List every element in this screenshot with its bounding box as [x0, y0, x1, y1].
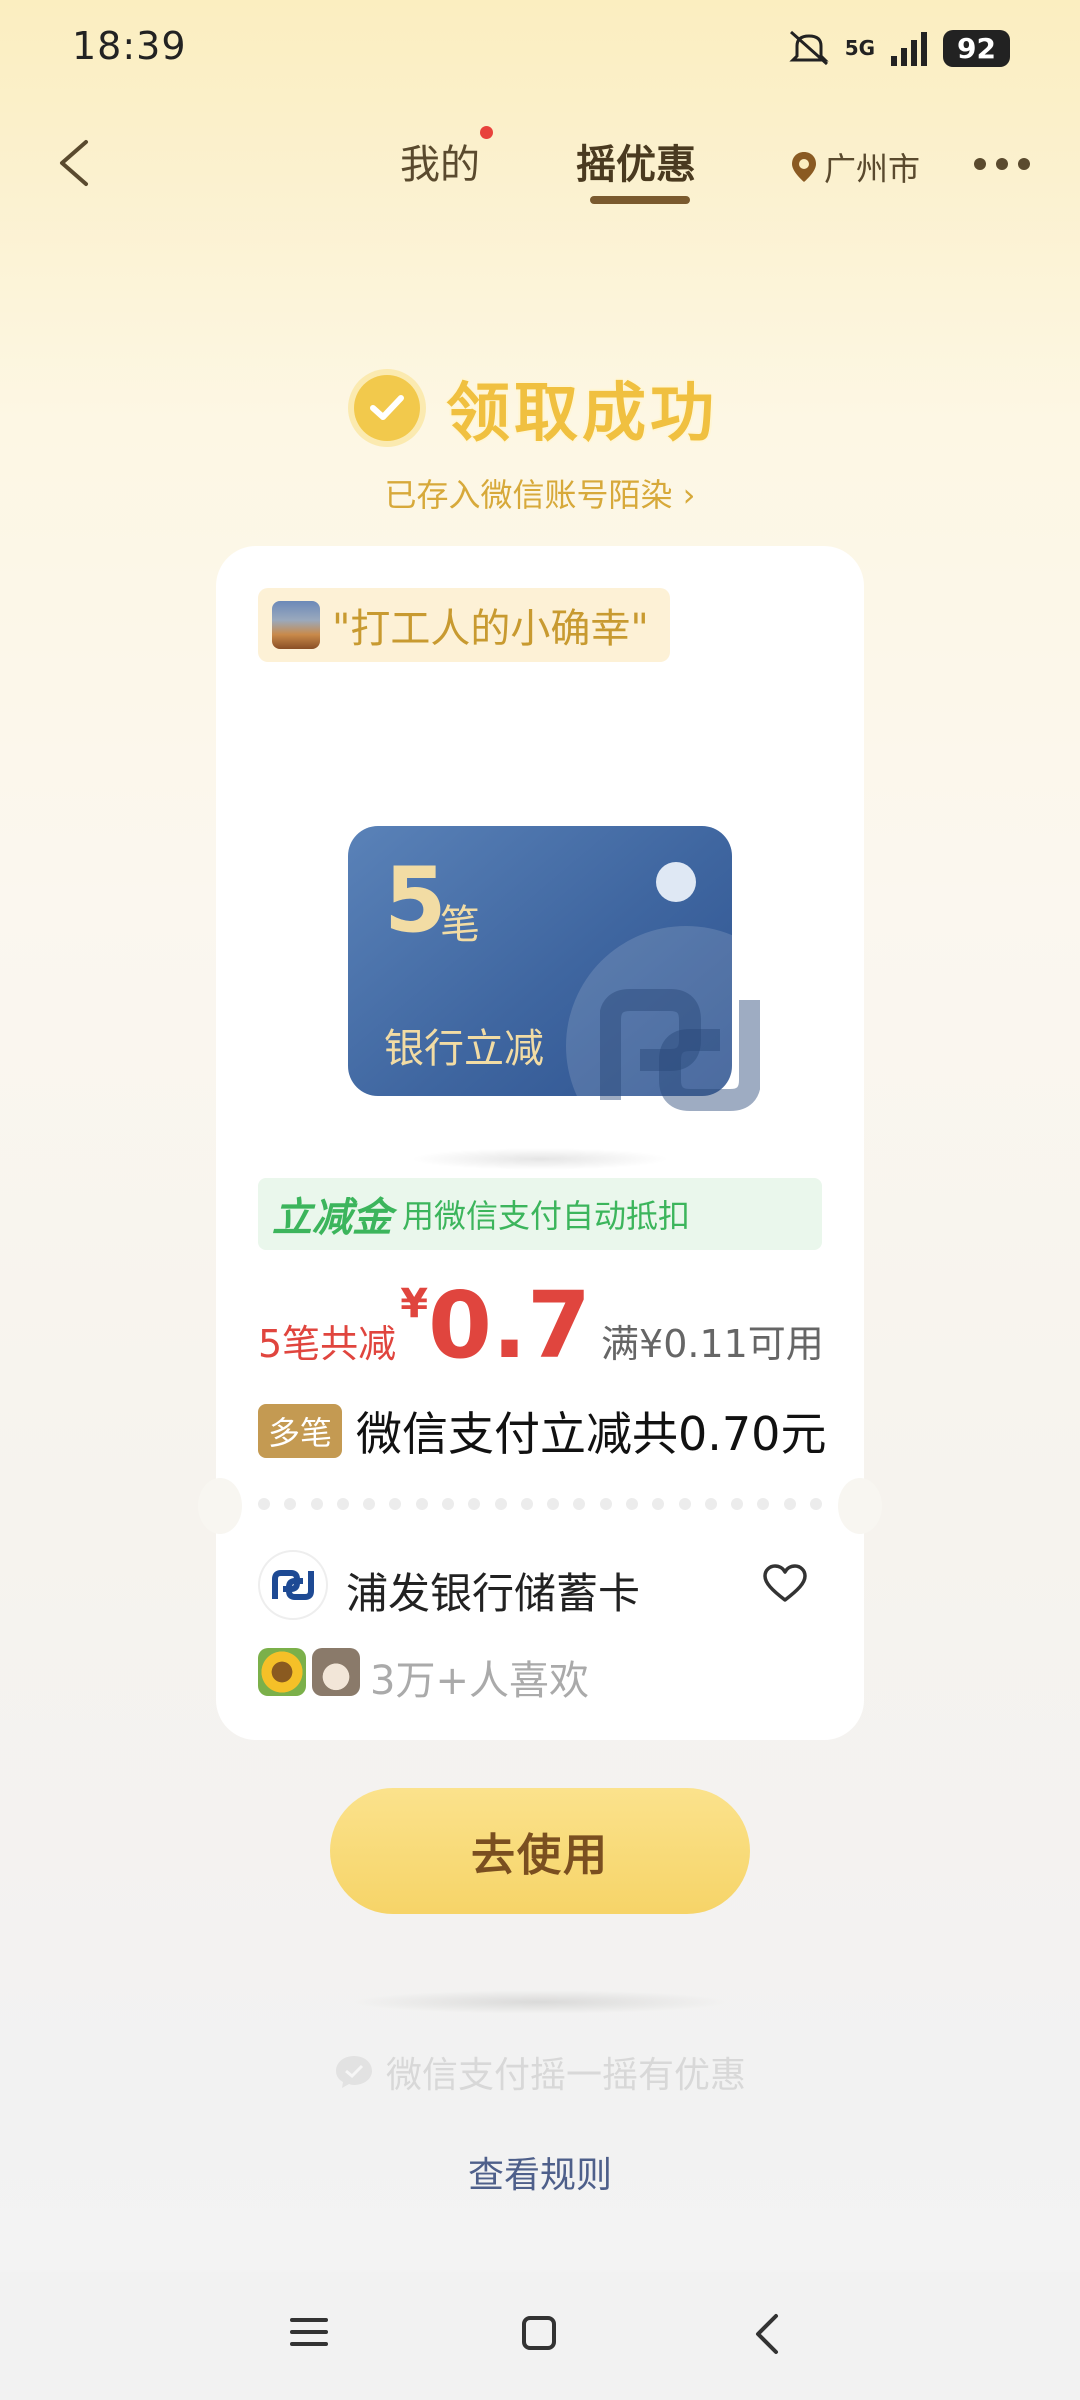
- back-arrow-icon[interactable]: [54, 138, 94, 188]
- mute-icon: [789, 30, 829, 66]
- recent-apps-icon[interactable]: [290, 2318, 328, 2354]
- amount-row: 5笔共减 ¥ 0.7 满¥0.11可用: [258, 1272, 824, 1379]
- view-rules-link[interactable]: 查看规则: [0, 2146, 1080, 2198]
- location-selector[interactable]: 广州市: [790, 144, 920, 190]
- dotted-divider: [258, 1498, 822, 1510]
- tag-text: "打工人的小确幸": [332, 606, 649, 652]
- card-notch-left: [198, 1478, 242, 1534]
- multi-discount-text: 微信支付立减共0.70元: [356, 1407, 827, 1461]
- tag-thumbnail: [272, 601, 320, 649]
- status-time: 18:39: [72, 24, 187, 68]
- battery-indicator: 92: [943, 29, 1010, 67]
- status-icons: 5G 92: [787, 28, 1010, 68]
- multi-badge: 多笔: [258, 1404, 343, 1458]
- voucher-shadow: [410, 1148, 670, 1170]
- coupon-tag: "打工人的小确幸": [258, 588, 670, 662]
- network-type: 5G: [844, 36, 876, 60]
- more-options-icon[interactable]: [974, 158, 1030, 170]
- currency-symbol: ¥: [400, 1281, 429, 1327]
- check-circle-icon: [354, 375, 420, 441]
- amount-value: 0.7: [428, 1272, 592, 1379]
- tab-shake-discount[interactable]: 摇优惠: [576, 132, 696, 190]
- voucher-count: 5: [384, 848, 447, 953]
- bank-logo-icon: [260, 1552, 326, 1618]
- saved-to-account-link[interactable]: 已存入微信账号陌染 ›: [0, 470, 1080, 516]
- benefit-bar: 立减金 用微信支付自动抵扣: [258, 1178, 822, 1250]
- location-pin-icon: [792, 152, 816, 182]
- amount-label: 5笔共减: [258, 1322, 397, 1366]
- active-tab-indicator: [590, 196, 690, 204]
- tab-mine[interactable]: 我的: [400, 132, 480, 190]
- multi-discount-row: 多笔 微信支付立减共0.70元: [258, 1398, 826, 1464]
- location-label: 广州市: [824, 150, 921, 188]
- footer-brand: 微信支付摇一摇有优惠: [0, 2046, 1080, 2098]
- bank-watermark-logo-icon: [600, 989, 760, 1111]
- home-icon[interactable]: [522, 2316, 556, 2350]
- user-avatar: [312, 1648, 360, 1696]
- signal-icon: [891, 32, 928, 66]
- system-back-icon[interactable]: [752, 2312, 782, 2356]
- bank-name: 浦发银行储蓄卡: [346, 1569, 641, 1618]
- footer-brand-text: 微信支付摇一摇有优惠: [385, 2055, 746, 2096]
- benefit-description: 用微信支付自动抵扣: [402, 1197, 691, 1235]
- min-spend: 满¥0.11可用: [601, 1322, 824, 1366]
- bank-small-logo-icon: [656, 862, 696, 902]
- button-shadow: [350, 1990, 730, 2014]
- voucher-unit: 笔: [440, 902, 480, 948]
- success-heading: 领取成功: [354, 362, 718, 454]
- card-notch-right: [838, 1478, 882, 1534]
- wechat-pay-icon: [335, 2056, 372, 2088]
- likes-count: 3万+人喜欢: [370, 1658, 589, 1704]
- favorite-heart-icon[interactable]: [762, 1564, 808, 1604]
- notification-dot: [480, 126, 493, 139]
- use-now-button[interactable]: 去使用: [330, 1788, 750, 1914]
- benefit-name: 立减金: [272, 1195, 392, 1241]
- voucher-subtitle: 银行立减: [384, 1026, 544, 1072]
- user-avatar: [258, 1648, 306, 1696]
- success-title: 领取成功: [446, 377, 718, 451]
